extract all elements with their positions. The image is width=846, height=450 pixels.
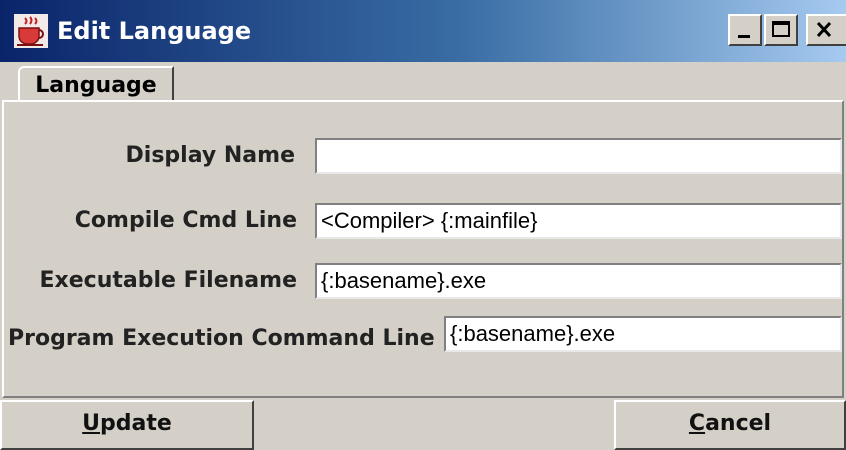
maximize-button[interactable] <box>764 14 798 46</box>
minimize-button[interactable] <box>728 14 762 46</box>
update-mnemonic: U <box>82 411 101 436</box>
compile-cmd-line-label: Compile Cmd Line <box>74 208 297 233</box>
cancel-label: ancel <box>705 411 772 436</box>
program-execution-command-line-field[interactable]: {:basename}.exe <box>444 316 842 352</box>
maximize-icon <box>772 21 790 37</box>
tab-language-label: Language <box>35 73 157 98</box>
close-button[interactable] <box>806 14 846 46</box>
minimize-icon <box>738 35 750 38</box>
executable-filename-field[interactable]: {:basename}.exe <box>315 263 842 299</box>
update-label: pdate <box>100 411 172 436</box>
update-button[interactable]: Update <box>0 400 254 450</box>
title-bar[interactable]: Edit Language <box>0 0 846 62</box>
cancel-button[interactable]: Cancel <box>614 400 846 450</box>
edit-language-window: Edit Language Language Display Name Comp… <box>0 0 846 450</box>
executable-filename-label: Executable Filename <box>39 268 297 293</box>
button-bar-spacer <box>254 400 614 450</box>
compile-cmd-line-field[interactable]: <Compiler> {:mainfile} <box>315 203 842 239</box>
program-execution-command-line-label: Program Execution Command Line <box>8 326 435 351</box>
java-cup-icon <box>14 14 48 48</box>
close-icon <box>816 21 832 38</box>
display-name-label: Display Name <box>125 143 295 168</box>
cancel-mnemonic: C <box>688 411 706 436</box>
window-title: Edit Language <box>57 17 252 45</box>
display-name-field[interactable] <box>315 138 842 174</box>
tab-language[interactable]: Language <box>18 66 174 102</box>
